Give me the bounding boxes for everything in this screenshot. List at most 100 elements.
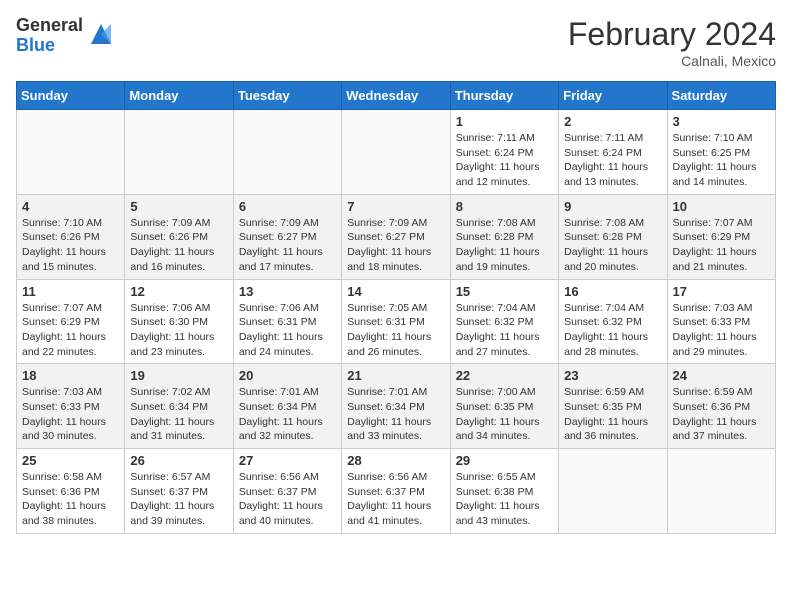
calendar-day: 15 Sunrise: 7:04 AMSunset: 6:32 PMDayligh…: [450, 279, 558, 364]
day-info: Sunrise: 7:10 AMSunset: 6:25 PMDaylight:…: [673, 131, 770, 190]
day-number: 20: [239, 368, 336, 383]
day-number: 15: [456, 284, 553, 299]
day-info: Sunrise: 6:55 AMSunset: 6:38 PMDaylight:…: [456, 470, 553, 529]
day-number: 5: [130, 199, 227, 214]
calendar-week-1: 1 Sunrise: 7:11 AMSunset: 6:24 PMDaylight…: [17, 110, 776, 195]
day-number: 17: [673, 284, 770, 299]
day-info: Sunrise: 7:08 AMSunset: 6:28 PMDaylight:…: [564, 216, 661, 275]
calendar-day: 17 Sunrise: 7:03 AMSunset: 6:33 PMDayligh…: [667, 279, 775, 364]
day-info: Sunrise: 6:56 AMSunset: 6:37 PMDaylight:…: [239, 470, 336, 529]
day-number: 8: [456, 199, 553, 214]
day-number: 23: [564, 368, 661, 383]
calendar-day: 9 Sunrise: 7:08 AMSunset: 6:28 PMDaylight…: [559, 194, 667, 279]
calendar-day: 23 Sunrise: 6:59 AMSunset: 6:35 PMDayligh…: [559, 364, 667, 449]
calendar-table: SundayMondayTuesdayWednesdayThursdayFrid…: [16, 81, 776, 534]
title-block: February 2024 Calnali, Mexico: [568, 16, 776, 69]
calendar-day: 22Sunrise: 7:00 AMSunset: 6:35 PMDayligh…: [450, 364, 558, 449]
day-number: 16: [564, 284, 661, 299]
day-info: Sunrise: 6:56 AMSunset: 6:37 PMDaylight:…: [347, 470, 444, 529]
day-info: Sunrise: 7:10 AMSunset: 6:26 PMDaylight:…: [22, 216, 119, 275]
day-number: 25: [22, 453, 119, 468]
day-info: Sunrise: 7:09 AMSunset: 6:27 PMDaylight:…: [347, 216, 444, 275]
day-number: 21: [347, 368, 444, 383]
calendar-day: [125, 110, 233, 195]
column-header-tuesday: Tuesday: [233, 82, 341, 110]
day-info: Sunrise: 6:59 AMSunset: 6:35 PMDaylight:…: [564, 385, 661, 444]
day-number: 13: [239, 284, 336, 299]
calendar-day: [559, 449, 667, 534]
calendar-day: 28 Sunrise: 6:56 AMSunset: 6:37 PMDayligh…: [342, 449, 450, 534]
column-header-sunday: Sunday: [17, 82, 125, 110]
calendar-header-row: SundayMondayTuesdayWednesdayThursdayFrid…: [17, 82, 776, 110]
day-number: 9: [564, 199, 661, 214]
day-number: 1: [456, 114, 553, 129]
day-info: Sunrise: 7:07 AMSunset: 6:29 PMDaylight:…: [22, 301, 119, 360]
calendar-day: 18 Sunrise: 7:03 AMSunset: 6:33 PMDayligh…: [17, 364, 125, 449]
day-number: 19: [130, 368, 227, 383]
day-info: Sunrise: 7:01 AMSunset: 6:34 PMDaylight:…: [239, 385, 336, 444]
day-info: Sunrise: 7:09 AMSunset: 6:27 PMDaylight:…: [239, 216, 336, 275]
day-info: Sunrise: 7:08 AMSunset: 6:28 PMDaylight:…: [456, 216, 553, 275]
day-number: 14: [347, 284, 444, 299]
logo-general-text: General: [16, 16, 83, 36]
calendar-day: 25 Sunrise: 6:58 AMSunset: 6:36 PMDayligh…: [17, 449, 125, 534]
day-number: 12: [130, 284, 227, 299]
day-info: Sunrise: 7:05 AMSunset: 6:31 PMDaylight:…: [347, 301, 444, 360]
calendar-day: 19Sunrise: 7:02 AMSunset: 6:34 PMDayligh…: [125, 364, 233, 449]
calendar-day: 6 Sunrise: 7:09 AMSunset: 6:27 PMDaylight…: [233, 194, 341, 279]
day-info: Sunrise: 7:04 AMSunset: 6:32 PMDaylight:…: [456, 301, 553, 360]
calendar-day: 21 Sunrise: 7:01 AMSunset: 6:34 PMDayligh…: [342, 364, 450, 449]
column-header-wednesday: Wednesday: [342, 82, 450, 110]
logo-blue-text: Blue: [16, 36, 83, 56]
calendar-day: 14 Sunrise: 7:05 AMSunset: 6:31 PMDayligh…: [342, 279, 450, 364]
day-info: Sunrise: 7:06 AMSunset: 6:30 PMDaylight:…: [130, 301, 227, 360]
day-number: 10: [673, 199, 770, 214]
calendar-day: [667, 449, 775, 534]
day-number: 29: [456, 453, 553, 468]
day-info: Sunrise: 6:57 AMSunset: 6:37 PMDaylight:…: [130, 470, 227, 529]
calendar-day: [233, 110, 341, 195]
day-info: Sunrise: 7:01 AMSunset: 6:34 PMDaylight:…: [347, 385, 444, 444]
logo-icon: [87, 20, 115, 48]
calendar-day: 29 Sunrise: 6:55 AMSunset: 6:38 PMDayligh…: [450, 449, 558, 534]
day-number: 27: [239, 453, 336, 468]
calendar-day: 1 Sunrise: 7:11 AMSunset: 6:24 PMDaylight…: [450, 110, 558, 195]
day-number: 4: [22, 199, 119, 214]
calendar-day: 8 Sunrise: 7:08 AMSunset: 6:28 PMDaylight…: [450, 194, 558, 279]
day-info: Sunrise: 6:59 AMSunset: 6:36 PMDaylight:…: [673, 385, 770, 444]
page-header: General Blue February 2024 Calnali, Mexi…: [16, 16, 776, 69]
day-info: Sunrise: 7:07 AMSunset: 6:29 PMDaylight:…: [673, 216, 770, 275]
calendar-week-3: 11 Sunrise: 7:07 AMSunset: 6:29 PMDayligh…: [17, 279, 776, 364]
calendar-day: 2Sunrise: 7:11 AMSunset: 6:24 PMDaylight…: [559, 110, 667, 195]
day-info: Sunrise: 7:03 AMSunset: 6:33 PMDaylight:…: [22, 385, 119, 444]
calendar-day: 26Sunrise: 6:57 AMSunset: 6:37 PMDayligh…: [125, 449, 233, 534]
day-number: 24: [673, 368, 770, 383]
day-number: 11: [22, 284, 119, 299]
day-number: 6: [239, 199, 336, 214]
calendar-day: 4 Sunrise: 7:10 AMSunset: 6:26 PMDaylight…: [17, 194, 125, 279]
calendar-day: 5Sunrise: 7:09 AMSunset: 6:26 PMDaylight…: [125, 194, 233, 279]
calendar-week-4: 18 Sunrise: 7:03 AMSunset: 6:33 PMDayligh…: [17, 364, 776, 449]
calendar-day: 24 Sunrise: 6:59 AMSunset: 6:36 PMDayligh…: [667, 364, 775, 449]
day-info: Sunrise: 7:11 AMSunset: 6:24 PMDaylight:…: [456, 131, 553, 190]
location-subtitle: Calnali, Mexico: [568, 53, 776, 69]
calendar-day: 10 Sunrise: 7:07 AMSunset: 6:29 PMDayligh…: [667, 194, 775, 279]
column-header-monday: Monday: [125, 82, 233, 110]
day-info: Sunrise: 6:58 AMSunset: 6:36 PMDaylight:…: [22, 470, 119, 529]
day-info: Sunrise: 7:04 AMSunset: 6:32 PMDaylight:…: [564, 301, 661, 360]
day-info: Sunrise: 7:03 AMSunset: 6:33 PMDaylight:…: [673, 301, 770, 360]
column-header-thursday: Thursday: [450, 82, 558, 110]
day-info: Sunrise: 7:06 AMSunset: 6:31 PMDaylight:…: [239, 301, 336, 360]
calendar-day: 12 Sunrise: 7:06 AMSunset: 6:30 PMDayligh…: [125, 279, 233, 364]
calendar-day: 13 Sunrise: 7:06 AMSunset: 6:31 PMDayligh…: [233, 279, 341, 364]
column-header-saturday: Saturday: [667, 82, 775, 110]
day-number: 28: [347, 453, 444, 468]
calendar-day: 16 Sunrise: 7:04 AMSunset: 6:32 PMDayligh…: [559, 279, 667, 364]
calendar-day: [342, 110, 450, 195]
calendar-day: 7Sunrise: 7:09 AMSunset: 6:27 PMDaylight…: [342, 194, 450, 279]
day-number: 22: [456, 368, 553, 383]
day-info: Sunrise: 7:11 AMSunset: 6:24 PMDaylight:…: [564, 131, 661, 190]
month-title: February 2024: [568, 16, 776, 53]
calendar-day: 3Sunrise: 7:10 AMSunset: 6:25 PMDaylight…: [667, 110, 775, 195]
day-number: 18: [22, 368, 119, 383]
